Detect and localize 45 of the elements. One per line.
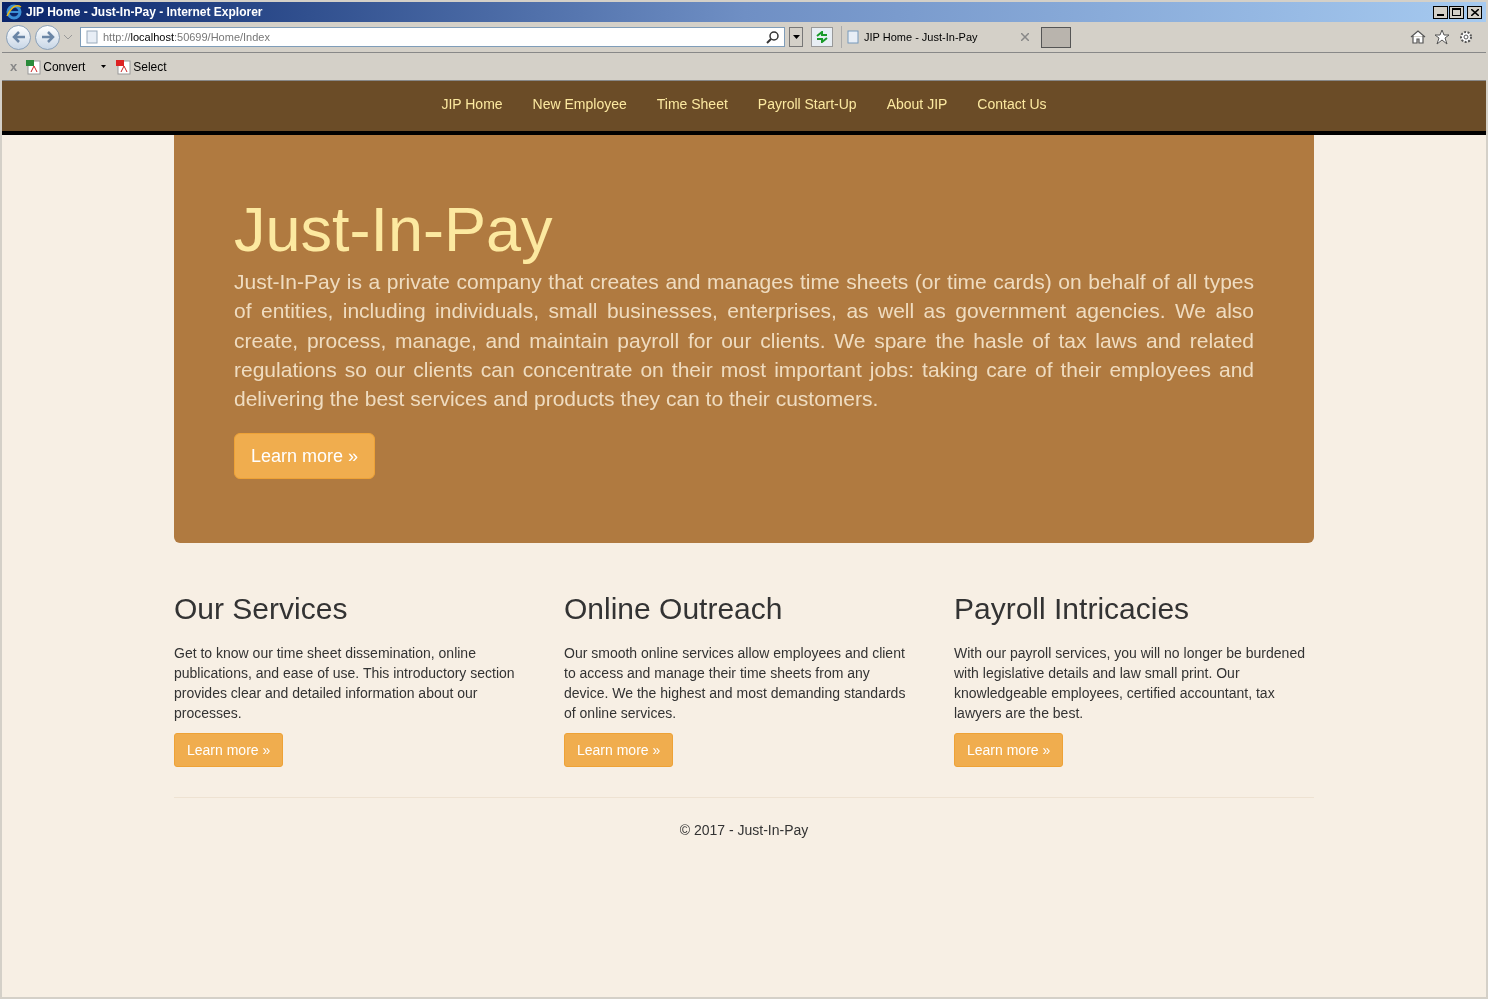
pdf-document-icon	[25, 58, 42, 75]
search-icon[interactable]	[766, 30, 780, 44]
minimize-button[interactable]	[1433, 5, 1448, 19]
address-field[interactable]: http://localhost:50699/Home/Index	[80, 27, 785, 47]
select-button[interactable]: Select	[115, 57, 167, 76]
url-text: http://localhost:50699/Home/Index	[103, 29, 270, 45]
page-icon	[846, 30, 860, 44]
maximize-icon	[1452, 8, 1461, 16]
section-text: With our payroll services, you will no longer be burdened with legislative details and law small print. Our knowledgeable employees, certified accountant, tax lawyers are the best.	[954, 644, 1306, 723]
nav-link[interactable]: Time Sheet	[656, 93, 728, 115]
footer-text: © 2017 - Just-In-Pay	[679, 821, 809, 840]
tab-title: JIP Home - Just-In-Pay	[864, 29, 978, 45]
close-button[interactable]	[1467, 5, 1482, 19]
star-icon[interactable]	[1434, 29, 1450, 45]
back-arrow-icon	[11, 31, 26, 43]
hero-text: Just-In-Pay is a private company that creates and manages time sheets (or time cards) on behalf of all types of entities, including individuals, small businesses, enterprises, as well as government agencies. We also create, process, manage, and maintain payroll for our clients. We spare the hasle of tax laws and related regulations so our clients can concentrate on their most important jobs: taking care of their employees and delivering the best services and products they can to their customers.	[234, 269, 1254, 413]
address-dropdown-button[interactable]	[789, 27, 803, 47]
section-text: Get to know our time sheet dissemination, online publications, and ease of use. This introductory section provides clear and detailed information about our processes.	[174, 644, 516, 723]
new-tab-button[interactable]	[1041, 26, 1071, 48]
nav-link[interactable]: Payroll Start-Up	[757, 93, 857, 115]
nav-link[interactable]: JIP Home	[441, 93, 503, 115]
pdf-document-icon	[115, 58, 132, 75]
forward-button[interactable]	[35, 24, 60, 50]
nav-link[interactable]: New Employee	[532, 93, 627, 115]
nav-link[interactable]: Contact Us	[977, 93, 1047, 115]
dropdown-arrow-icon	[792, 35, 800, 39]
browser-logo-icon	[6, 4, 22, 20]
section-heading: Online Outreach	[564, 591, 784, 627]
refresh-button[interactable]	[811, 27, 833, 47]
section-text: Our smooth online services allow employees and client to access and manage their time sheets from any device. We the highest and most demanding standards of online services.	[564, 644, 907, 723]
hero-title: Just-In-Pay	[234, 193, 554, 265]
section-heading: Our Services	[174, 591, 349, 627]
section-heading: Payroll Intricacies	[954, 591, 1191, 627]
forward-arrow-icon	[40, 31, 55, 43]
page-icon	[85, 30, 99, 44]
window-title: JIP Home - Just-In-Pay - Internet Explorer	[26, 4, 263, 21]
back-button[interactable]	[6, 24, 31, 50]
nav-link[interactable]: About JIP	[886, 93, 948, 115]
refresh-icon	[815, 31, 829, 43]
close-icon	[1470, 8, 1479, 16]
minimize-icon	[1437, 13, 1444, 16]
home-icon[interactable]	[1410, 29, 1426, 45]
settings-icon[interactable]	[1458, 29, 1474, 45]
convert-button[interactable]: Convert	[25, 57, 86, 76]
maximize-button[interactable]	[1449, 5, 1464, 19]
